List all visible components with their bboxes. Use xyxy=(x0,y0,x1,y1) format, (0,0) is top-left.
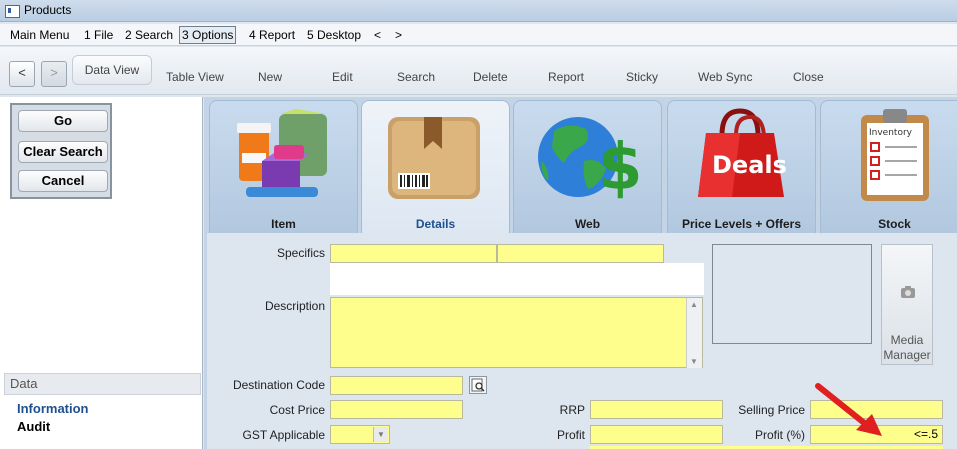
edit-button[interactable]: Edit xyxy=(332,68,353,86)
scroll-down-icon[interactable]: ▼ xyxy=(690,357,698,366)
description-label: Description xyxy=(264,299,325,313)
profit-label: Profit xyxy=(556,428,585,442)
web-sync-button[interactable]: Web Sync xyxy=(698,68,752,86)
report-button[interactable]: Report xyxy=(548,68,584,86)
tab-web[interactable]: $ Web xyxy=(513,100,662,234)
specifics-label: Specifics xyxy=(276,246,325,260)
back-button[interactable]: < xyxy=(9,61,35,87)
cost-price-field[interactable] xyxy=(330,400,463,419)
menu-options[interactable]: 3 Options xyxy=(179,26,237,44)
selling-price-label: Selling Price xyxy=(738,403,805,417)
tab-label-price-levels-offers: Price Levels + Offers xyxy=(681,217,802,231)
forward-button[interactable]: > xyxy=(41,61,67,87)
lookup-button[interactable] xyxy=(469,376,487,394)
toolbar: < > Data View Table View New Edit Search… xyxy=(0,47,957,95)
tab-label-details: Details xyxy=(415,217,456,231)
specifics-area xyxy=(330,263,704,295)
close-button[interactable]: Close xyxy=(793,68,824,86)
profit-field[interactable] xyxy=(590,425,723,444)
gst-applicable-label: GST Applicable xyxy=(242,428,326,442)
description-field[interactable] xyxy=(330,297,703,368)
lookup-icon xyxy=(471,378,485,392)
rrp-field[interactable] xyxy=(590,400,723,419)
svg-text:Deals: Deals xyxy=(712,151,787,179)
description-scrollbar[interactable]: ▲ ▼ xyxy=(686,298,702,368)
menu-search[interactable]: 2 Search xyxy=(125,27,173,43)
window-title: Products xyxy=(24,3,72,17)
data-view-button[interactable]: Data View xyxy=(72,55,152,85)
chevron-down-icon[interactable]: ▼ xyxy=(373,427,388,442)
menu-scroll-left[interactable]: < xyxy=(374,27,381,43)
profit-percent-label: Profit (%) xyxy=(754,428,805,442)
box-icon xyxy=(388,117,480,199)
menu-report[interactable]: 4 Report xyxy=(249,27,295,43)
sticky-button[interactable]: Sticky xyxy=(626,68,658,86)
menu-file[interactable]: 1 File xyxy=(84,27,113,43)
camera-icon xyxy=(901,286,915,298)
tab-label-item: Item xyxy=(271,217,296,231)
clear-search-button[interactable]: Clear Search xyxy=(18,141,108,163)
tab-item[interactable]: Item xyxy=(209,100,358,234)
deals-bag-icon: Deals xyxy=(698,108,787,197)
annotation-arrow xyxy=(815,383,882,436)
data-item-information[interactable]: Information xyxy=(17,401,89,416)
cancel-button[interactable]: Cancel xyxy=(18,170,108,192)
cost-price-label: Cost Price xyxy=(269,403,325,417)
data-item-audit[interactable]: Audit xyxy=(17,419,50,434)
menu-desktop[interactable]: 5 Desktop xyxy=(307,27,361,43)
tab-details[interactable]: Details xyxy=(361,100,510,234)
delete-button[interactable]: Delete xyxy=(473,68,508,86)
image-preview xyxy=(712,244,872,344)
app-icon xyxy=(5,5,20,18)
bottles-icon xyxy=(237,109,327,197)
table-view-button[interactable]: Table View xyxy=(166,68,224,86)
tab-label-stock: Stock xyxy=(878,217,911,231)
svg-text:$: $ xyxy=(598,131,643,205)
search-panel: Go Clear Search Cancel xyxy=(10,103,112,199)
rrp-label: RRP xyxy=(559,403,585,417)
globe-dollar-icon: $ xyxy=(538,117,643,205)
menu-bar: Main Menu 1 File 2 Search 3 Options 4 Re… xyxy=(0,24,957,46)
tab-price-levels-offers[interactable]: Deals Price Levels + Offers xyxy=(667,100,816,234)
go-button[interactable]: Go xyxy=(18,110,108,132)
menu-main-menu[interactable]: Main Menu xyxy=(10,27,69,43)
destination-code-field[interactable] xyxy=(330,376,463,395)
window-title-bar: Products xyxy=(0,0,957,22)
media-manager-label: Media Manager xyxy=(883,333,931,362)
media-manager-button[interactable]: Media Manager xyxy=(881,244,933,365)
svg-text:Inventory: Inventory xyxy=(869,128,913,138)
tab-label-web: Web xyxy=(574,217,601,231)
tab-stock[interactable]: Inventory Stock xyxy=(820,100,957,234)
specifics-field-2[interactable] xyxy=(497,244,664,263)
destination-code-label: Destination Code xyxy=(232,378,325,392)
new-button[interactable]: New xyxy=(258,68,282,86)
menu-scroll-right[interactable]: > xyxy=(395,27,402,43)
scroll-up-icon[interactable]: ▲ xyxy=(690,300,698,309)
clipboard-icon: Inventory xyxy=(861,109,929,201)
gst-applicable-select[interactable]: ▼ xyxy=(330,425,390,444)
search-button[interactable]: Search xyxy=(397,68,435,86)
specifics-field-1[interactable] xyxy=(330,244,497,263)
data-section-header: Data xyxy=(4,373,201,395)
